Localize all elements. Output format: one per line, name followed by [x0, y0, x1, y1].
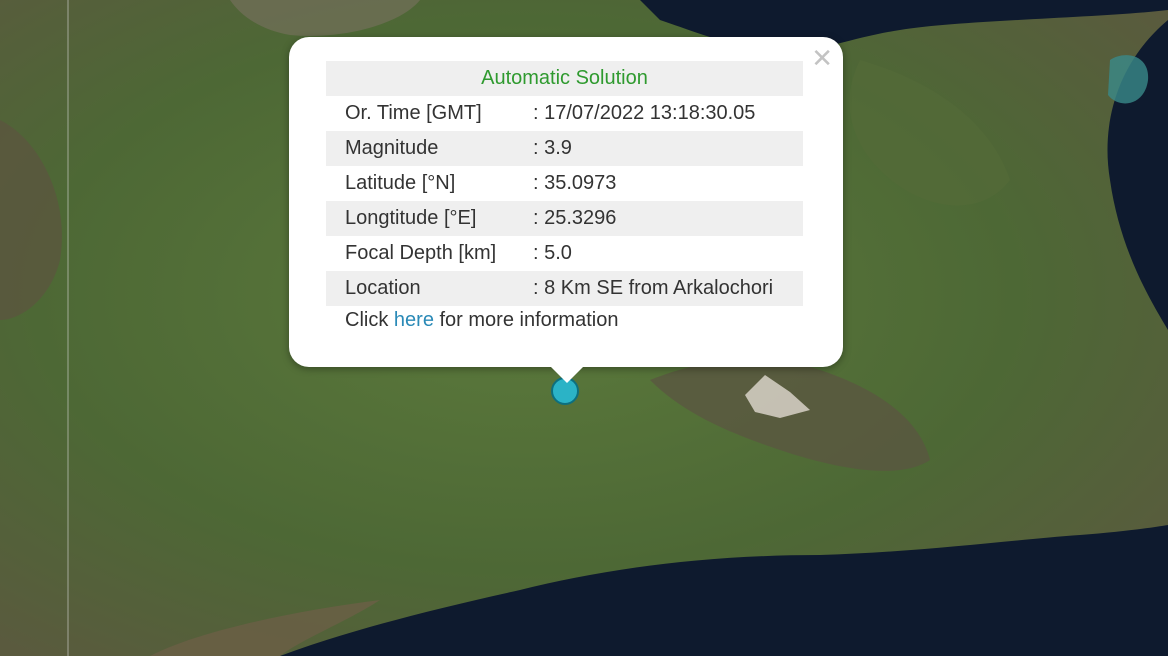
info-table: Automatic Solution Or. Time [GMT] : 17/0… [326, 61, 803, 306]
row-label: Magnitude [326, 131, 533, 166]
earthquake-info-popup: ✕ Automatic Solution Or. Time [GMT] : 17… [289, 37, 843, 367]
row-label: Location [326, 271, 533, 306]
more-info-link[interactable]: here [394, 309, 434, 331]
more-info-prefix: Click [345, 309, 389, 331]
row-value: : 35.0973 [533, 172, 617, 194]
table-row: Location : 8 Km SE from Arkalochori [326, 271, 803, 306]
table-row: Latitude [°N] : 35.0973 [326, 166, 803, 201]
row-value: : 17/07/2022 13:18:30.05 [533, 102, 756, 124]
table-row: Or. Time [GMT] : 17/07/2022 13:18:30.05 [326, 96, 803, 131]
row-value: : 8 Km SE from Arkalochori [533, 271, 803, 306]
row-value: : 3.9 [533, 131, 803, 166]
row-label: Focal Depth [km] [345, 242, 497, 264]
popup-title: Automatic Solution [326, 61, 803, 96]
row-value: : 25.3296 [533, 201, 803, 236]
table-row: Magnitude : 3.9 [326, 131, 803, 166]
row-label: Or. Time [GMT] [345, 102, 482, 124]
row-label: Longtitude [°E] [326, 201, 533, 236]
title-row: Automatic Solution [326, 61, 803, 96]
close-icon[interactable]: ✕ [811, 45, 833, 71]
more-info-suffix: for more information [439, 309, 619, 331]
row-label: Latitude [°N] [345, 172, 456, 194]
table-row: Longtitude [°E] : 25.3296 [326, 201, 803, 236]
table-row: Focal Depth [km] : 5.0 [326, 236, 803, 271]
row-value: : 5.0 [533, 242, 572, 264]
more-info-text: Click here for more information [345, 309, 618, 332]
popup-pointer [550, 366, 584, 383]
